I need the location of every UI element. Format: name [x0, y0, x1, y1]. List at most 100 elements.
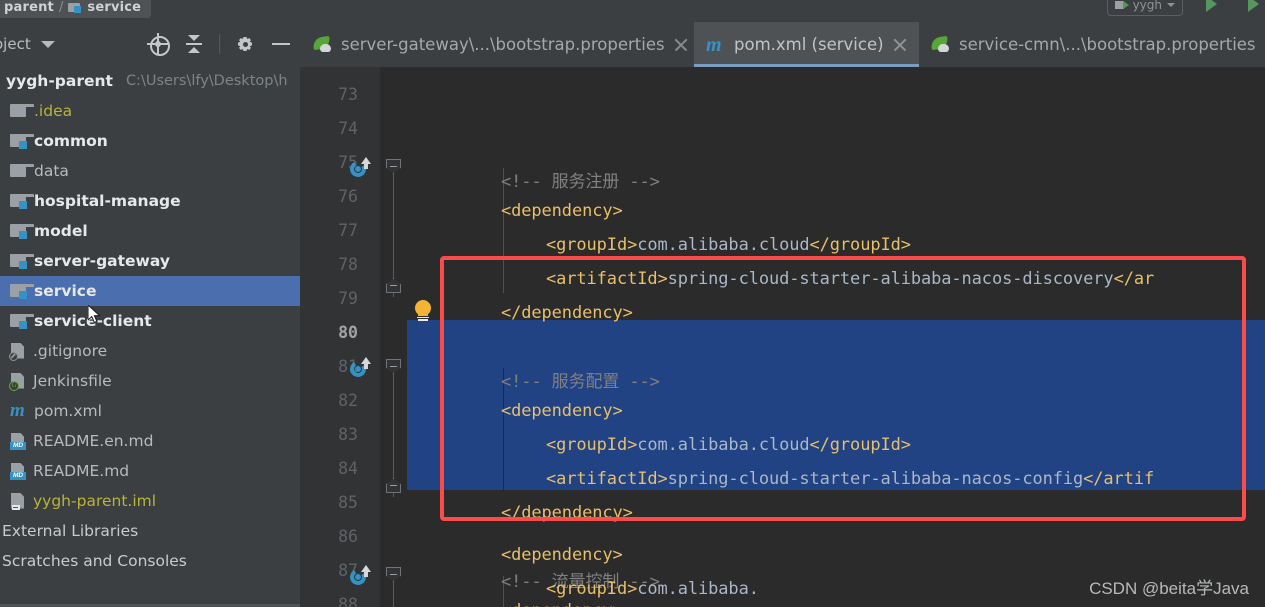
- tab-server-gateway-bootstrap[interactable]: server-gateway\...\bootstrap.properties: [300, 22, 700, 67]
- line-number: 76: [338, 187, 358, 206]
- gear-icon[interactable]: [234, 33, 256, 55]
- tree-item-jenkinsfile[interactable]: G Jenkinsfile: [0, 366, 300, 396]
- tree-item-readme[interactable]: MD README.md: [0, 456, 300, 486]
- tree-root-yygh-parent[interactable]: yygh-parent C:\Users\lfy\Desktop\h: [0, 66, 300, 96]
- ide-window: parent / service yygh oject: [0, 0, 1265, 607]
- code-value: com.alibaba.cloud: [637, 435, 810, 455]
- module-icon: [68, 1, 82, 13]
- editor-tab-strip: server-gateway\...\bootstrap.properties …: [300, 22, 1265, 67]
- code-tag-open: <artifactId>: [546, 469, 668, 489]
- tree-item-service-client[interactable]: service-client: [0, 306, 300, 336]
- module-folder-icon: [10, 284, 34, 299]
- line-number: 84: [338, 459, 358, 478]
- tree-item-common[interactable]: common: [0, 126, 300, 156]
- code-line-81: <dependency>: [501, 401, 623, 421]
- breadcrumb-module[interactable]: service: [87, 0, 141, 15]
- maven-reimport-icon[interactable]: [348, 565, 372, 587]
- tree-item-label: service: [34, 282, 97, 300]
- chevron-down-icon[interactable]: [40, 40, 55, 48]
- line-number: 83: [338, 425, 358, 444]
- line-number: 85: [338, 493, 358, 512]
- run-button[interactable]: [1206, 0, 1217, 12]
- intention-bulb-icon[interactable]: [414, 300, 432, 322]
- tree-item-idea[interactable]: .idea: [0, 96, 300, 126]
- line-number: 88: [338, 595, 358, 607]
- module-folder-icon: [10, 314, 34, 329]
- code-tag-open: <artifactId>: [546, 269, 668, 289]
- project-panel-title[interactable]: oject: [0, 35, 31, 53]
- tree-item-label: Jenkinsfile: [33, 372, 112, 390]
- tab-label: service-cmn\...\bootstrap.properties: [959, 35, 1256, 54]
- tree-root-label: yygh-parent: [6, 72, 113, 90]
- gitignore-file-icon: [9, 342, 26, 361]
- breadcrumb-separator: /: [58, 0, 64, 15]
- tree-item-external-libraries[interactable]: External Libraries: [0, 516, 300, 546]
- tab-pom-xml-service[interactable]: m pom.xml (service): [694, 22, 919, 67]
- code-tag-open: <groupId>: [546, 235, 638, 255]
- code-tag-open: <groupId>: [546, 435, 638, 455]
- code-line-80: <!-- 服务配置 -->: [501, 372, 660, 392]
- tree-item-label: server-gateway: [34, 252, 170, 270]
- code-value: com.alibaba.cloud: [637, 235, 810, 255]
- tab-label: server-gateway\...\bootstrap.properties: [341, 35, 665, 54]
- locate-icon[interactable]: [147, 33, 170, 56]
- line-number: 78: [338, 255, 358, 274]
- close-icon[interactable]: [893, 38, 907, 52]
- iml-file-icon: [10, 492, 26, 510]
- tree-item-server-gateway[interactable]: server-gateway: [0, 246, 300, 276]
- spring-leaf-icon: [312, 35, 332, 53]
- module-folder-icon: [10, 224, 34, 239]
- code-tag-close: </groupId>: [809, 435, 911, 455]
- run-configuration-selector[interactable]: yygh: [1106, 0, 1183, 16]
- minimize-icon[interactable]: [270, 33, 292, 55]
- markdown-file-icon: MD: [10, 462, 26, 480]
- maven-reimport-icon[interactable]: [348, 157, 372, 179]
- tree-item-label: common: [34, 132, 108, 150]
- chevron-down-icon[interactable]: [1167, 3, 1175, 7]
- code-line-77: <artifactId>spring-cloud-starter-alibaba…: [546, 269, 1154, 289]
- folder-icon: [10, 164, 34, 178]
- run-config-icon: [1114, 0, 1129, 11]
- code-line-87: <dependency>: [501, 601, 623, 607]
- breadcrumb-parent[interactable]: parent: [4, 0, 54, 15]
- tree-item-label: .idea: [34, 102, 73, 120]
- project-panel-header: oject: [0, 22, 300, 66]
- tab-service-cmn-bootstrap[interactable]: service-cmn\...\bootstrap.properties: [918, 22, 1265, 67]
- tree-item-service[interactable]: service: [0, 276, 300, 306]
- tree-item-label: External Libraries: [2, 522, 139, 540]
- fold-region-line: [393, 367, 394, 497]
- tree-item-yygh-parent-iml[interactable]: yygh-parent.iml: [0, 486, 300, 516]
- top-toolbar: parent / service yygh: [0, 0, 1265, 22]
- code-tag-open: <groupId>: [546, 579, 638, 599]
- tree-item-data[interactable]: data: [0, 156, 300, 186]
- tree-item-label: .gitignore: [33, 342, 108, 360]
- tree-item-readme-en[interactable]: MD README.en.md: [0, 426, 300, 456]
- module-folder-icon: [10, 254, 34, 269]
- code-line-84: </dependency>: [501, 503, 633, 523]
- line-number: 79: [338, 289, 358, 308]
- maven-file-icon: m: [706, 33, 722, 56]
- code-value: spring-cloud-starter-alibaba-nacos-confi…: [667, 469, 1084, 489]
- tree-item-scratches-consoles[interactable]: Scratches and Consoles: [0, 546, 300, 576]
- tree-item-pom-xml[interactable]: m pom.xml: [0, 396, 300, 426]
- code-line-87-text: <dependency>: [501, 545, 623, 565]
- debug-run-button[interactable]: [1248, 0, 1259, 12]
- line-number-current: 80: [338, 323, 358, 342]
- tree-item-gitignore[interactable]: .gitignore: [0, 336, 300, 366]
- editor-body[interactable]: 73 74 75 76 77 78 79 80 81 82 83 84 85 8…: [300, 67, 1265, 607]
- tree-item-label: pom.xml: [34, 402, 102, 420]
- collapse-all-icon[interactable]: [183, 33, 205, 55]
- maven-reimport-icon[interactable]: [348, 357, 372, 379]
- tree-item-label: hospital-manage: [34, 192, 181, 210]
- code-tag-close: </groupId>: [809, 235, 911, 255]
- tree-item-hospital-manage[interactable]: hospital-manage: [0, 186, 300, 216]
- code-line-88: <groupId>com.alibaba.: [546, 579, 759, 599]
- tree-item-model[interactable]: model: [0, 216, 300, 246]
- code-value: com.alibaba.: [637, 579, 759, 599]
- code-line-75: <dependency>: [501, 201, 623, 221]
- breadcrumb[interactable]: parent / service: [0, 0, 152, 18]
- close-icon[interactable]: [674, 38, 688, 52]
- code-tag-close: </artif: [1083, 469, 1155, 489]
- module-folder-icon: [10, 134, 34, 149]
- code-line-83: <artifactId>spring-cloud-starter-alibaba…: [546, 469, 1154, 489]
